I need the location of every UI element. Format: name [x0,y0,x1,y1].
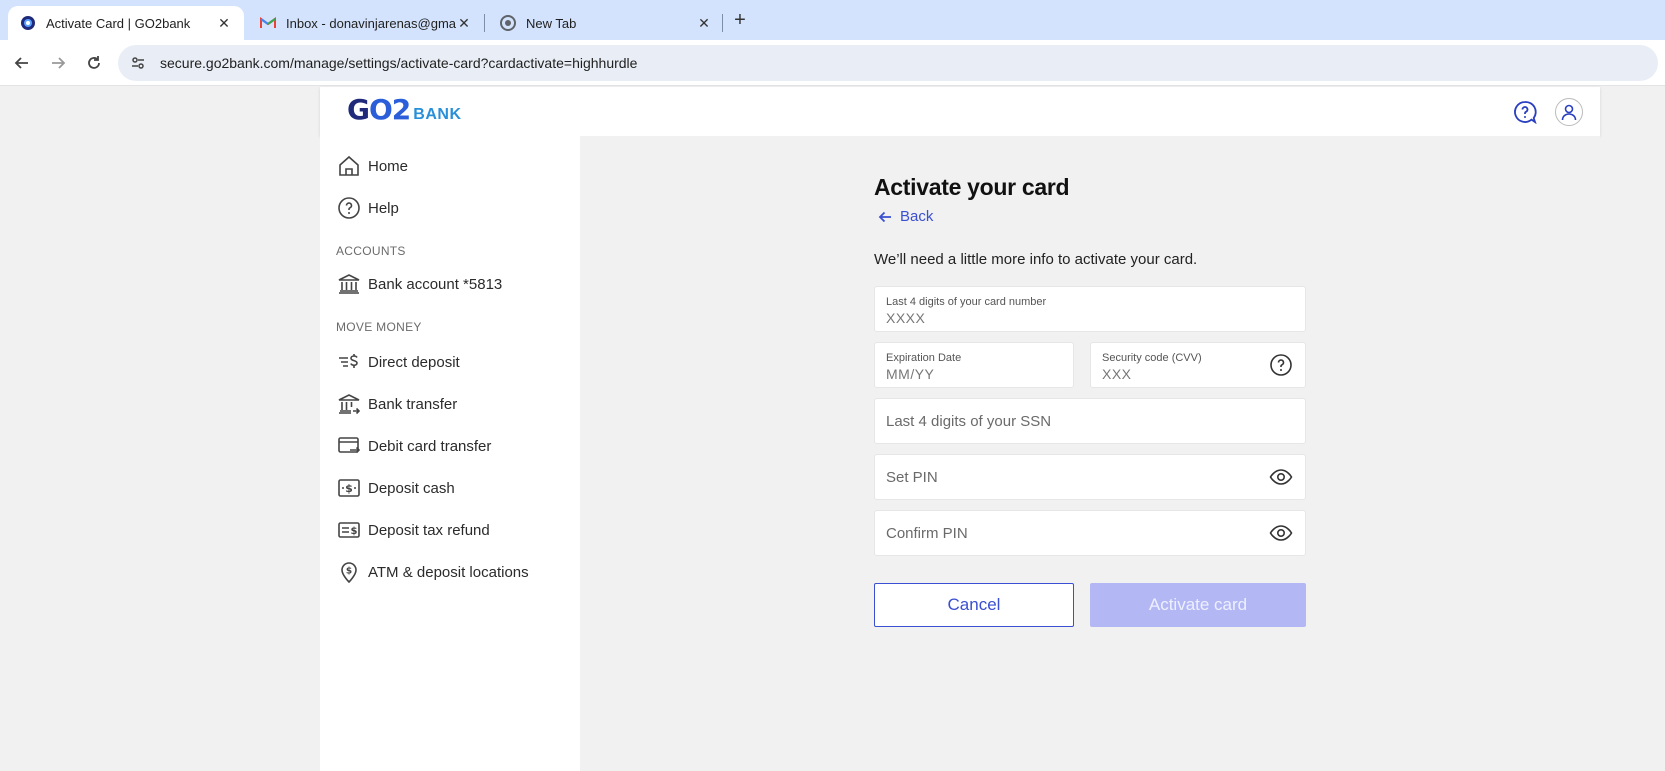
main-content: Activate your card Back We’ll need a lit… [580,136,1600,771]
tab-title: Activate Card | GO2bank [46,15,191,31]
new-tab-button[interactable]: + [728,8,752,32]
activate-card-button[interactable]: Activate card [1090,583,1306,627]
svg-text:$: $ [351,526,358,537]
tab-activate-card[interactable]: Activate Card | GO2bank ✕ [8,6,244,40]
eye-icon[interactable] [1269,465,1293,489]
form-subtitle: We’ll need a little more info to activat… [874,251,1198,268]
browser-tabstrip: Activate Card | GO2bank ✕ Inbox - donavi… [0,0,1665,40]
sidebar-item-label: Bank account *5813 [368,275,503,293]
tab-title: New Tab [526,15,577,31]
close-tab-icon[interactable]: ✕ [216,15,232,32]
card-last4-field[interactable]: Last 4 digits of your card number XXXX [874,286,1306,332]
url-text: secure.go2bank.com/manage/settings/activ… [160,55,638,71]
chrome-icon [500,15,516,31]
sidebar-item-debit-card-transfer[interactable]: Debit card transfer [336,431,491,461]
cvv-help-icon[interactable] [1269,353,1293,377]
location-pin-icon: $ [336,559,362,585]
site-settings-icon[interactable] [128,53,148,73]
accounts-section-title: ACCOUNTS [336,244,406,258]
svg-text:$: $ [346,567,352,577]
tab-separator [722,14,723,32]
sidebar-item-deposit-cash[interactable]: $ Deposit cash [336,473,455,503]
sidebar-item-label: Deposit tax refund [368,521,490,539]
bank-transfer-icon [336,391,362,417]
cvv-label: Security code (CVV) [1102,352,1202,364]
site-header: GO2 BANK [320,87,1600,136]
deposit-cash-icon: $ [336,475,362,501]
direct-deposit-icon [336,349,362,375]
ssn-last4-field[interactable]: Last 4 digits of your SSN [874,398,1306,444]
logo-main: GO2 [347,93,411,126]
tab-gmail-inbox[interactable]: Inbox - donavinjarenas@gmail.com ✕ [248,6,484,40]
move-money-section-title: MOVE MONEY [336,320,422,334]
reload-icon[interactable] [82,51,106,75]
cvv-placeholder: XXX [1102,366,1132,382]
sidebar-item-label: ATM & deposit locations [368,563,529,581]
sidebar-item-deposit-tax-refund[interactable]: $ Deposit tax refund [336,515,490,545]
arrow-left-icon [878,209,894,225]
sidebar-item-help[interactable]: Help [336,193,399,223]
sidebar-item-bank-transfer[interactable]: Bank transfer [336,389,457,419]
confirm-pin-field[interactable]: Confirm PIN [874,510,1306,556]
question-circle-icon[interactable] [1512,99,1538,125]
forward-nav-icon[interactable] [46,51,70,75]
set-pin-field[interactable]: Set PIN [874,454,1306,500]
address-bar[interactable]: secure.go2bank.com/manage/settings/activ… [118,45,1658,81]
expiration-label: Expiration Date [886,352,962,364]
eye-icon[interactable] [1269,521,1293,545]
tab-separator [484,14,485,32]
back-link[interactable]: Back [878,208,933,225]
page-title: Activate your card [874,174,1070,200]
cancel-button[interactable]: Cancel [874,583,1074,627]
sidebar-item-label: Help [368,199,399,217]
tab-title: Inbox - donavinjarenas@gmail.com [286,15,456,31]
go2bank-favicon [20,15,36,31]
browser-toolbar: secure.go2bank.com/manage/settings/activ… [0,40,1665,86]
sidebar-item-atm-locations[interactable]: $ ATM & deposit locations [336,557,529,587]
sidebar-item-label: Direct deposit [368,353,460,371]
ssn-last4-placeholder: Last 4 digits of your SSN [886,412,1052,430]
card-last4-placeholder: XXXX [886,310,926,326]
gmail-icon [260,15,276,31]
sidebar-item-label: Debit card transfer [368,437,492,455]
cvv-field[interactable]: Security code (CVV) XXX [1090,342,1306,388]
page: GO2 BANK Home Help ACCOUNTS Bank account… [0,87,1665,771]
close-tab-icon[interactable]: ✕ [696,15,712,32]
sidebar-item-home[interactable]: Home [336,151,408,181]
close-tab-icon[interactable]: ✕ [456,15,472,32]
sidebar-item-label: Deposit cash [368,479,455,497]
set-pin-placeholder: Set PIN [886,468,938,486]
sidebar-item-direct-deposit[interactable]: Direct deposit [336,347,460,377]
go2bank-logo[interactable]: GO2 BANK [347,93,462,126]
sidebar-item-bank-account[interactable]: Bank account *5813 [336,269,502,299]
confirm-pin-placeholder: Confirm PIN [886,524,968,542]
home-icon [336,153,362,179]
debit-card-transfer-icon [336,433,362,459]
expiration-placeholder: MM/YY [886,366,935,382]
sidebar-item-label: Home [368,157,409,175]
help-icon [336,195,362,221]
sidebar: Home Help ACCOUNTS Bank account *5813 MO… [320,136,580,771]
user-icon[interactable] [1555,98,1583,126]
tab-new-tab[interactable]: New Tab ✕ [488,6,724,40]
sidebar-item-label: Bank transfer [368,395,458,413]
back-nav-icon[interactable] [10,51,34,75]
expiration-date-field[interactable]: Expiration Date MM/YY [874,342,1074,388]
bank-icon [336,271,362,297]
back-label: Back [900,208,934,225]
card-last4-label: Last 4 digits of your card number [886,296,1047,308]
tax-refund-icon: $ [336,517,362,543]
svg-text:$: $ [345,482,353,495]
logo-sub: BANK [413,106,462,123]
